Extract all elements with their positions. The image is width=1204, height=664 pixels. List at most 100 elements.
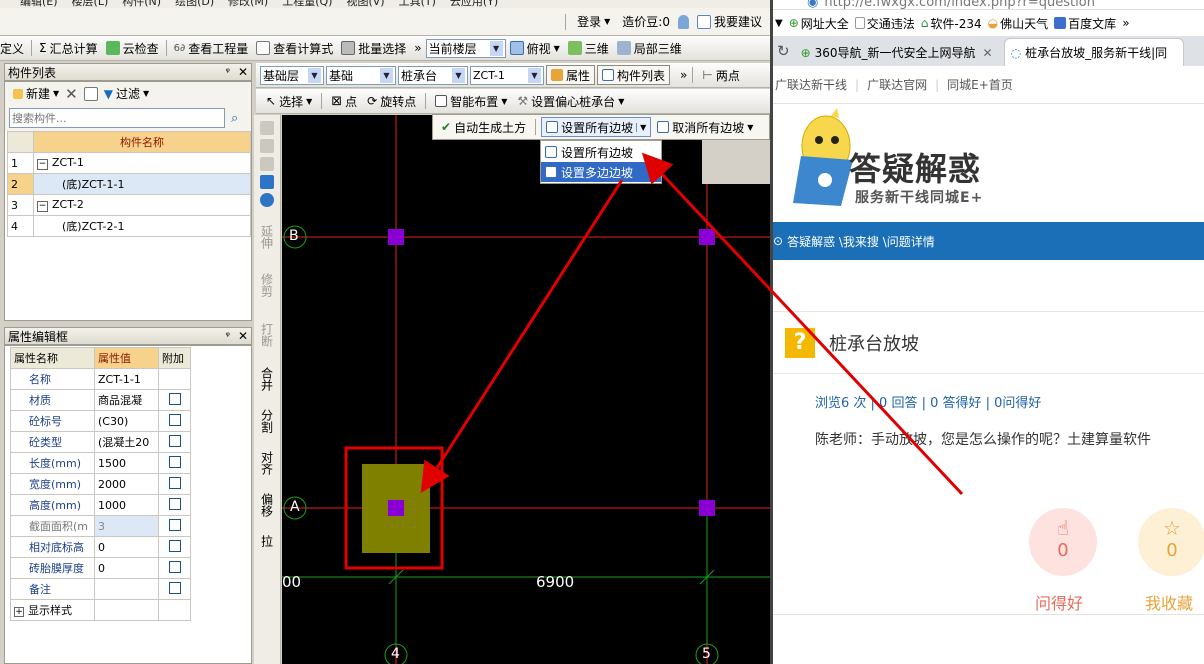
attach-checkbox[interactable] [168,392,181,405]
trim-tool[interactable]: 修剪 [259,273,276,297]
grid-point[interactable] [388,500,404,516]
table-row[interactable]: 3 − ZCT-2 [7,194,251,216]
bell-icon[interactable] [677,14,689,29]
property-value[interactable]: ZCT-1-1 [94,368,159,390]
property-row[interactable]: 砼类型 (混凝土20 [10,431,191,453]
rotate-icon[interactable] [260,193,274,207]
member-name-cell[interactable]: − ZCT-1 [33,152,251,174]
property-row[interactable]: 名称 ZCT-1-1 [10,368,191,390]
view-formula-button[interactable]: 查看计算式 [252,38,337,58]
brush-icon[interactable] [260,121,274,135]
url-text[interactable]: http://e.fwxgx.com/index.php?r=question [824,0,1095,10]
menu-item-set-all-slope[interactable]: 设置所有边坡 [541,142,661,162]
auto-earthwork-button[interactable]: ✔ 自动生成土方 [437,117,530,137]
plan-view-button[interactable]: 俯视 ▼ [506,38,564,58]
two-point-button[interactable]: ⊢ 两点 [698,65,743,85]
member-name-cell[interactable]: (底)ZCT-1-1 [33,173,251,195]
merge-tool[interactable]: 合并 [259,367,276,391]
filter-button[interactable]: ▼ 过滤 ▼ [100,84,153,104]
properties-button[interactable]: 属性 [546,65,596,85]
home-icon[interactable]: ⊙ [773,234,783,248]
property-value[interactable]: 2000 [94,473,159,495]
bookmark-item[interactable]: 交通违法 [854,15,915,32]
table-row[interactable]: 1 − ZCT-1 [7,152,251,174]
copy-icon[interactable] [83,86,98,101]
menu-item[interactable]: 楼层(L) [72,0,109,8]
property-row[interactable]: 备注 [10,578,191,600]
more-bookmarks-icon[interactable]: ▼ [775,18,783,29]
expand-icon[interactable]: + [14,607,24,617]
property-row[interactable]: + 显示样式 [10,599,191,621]
table-row[interactable]: 2 (底)ZCT-1-1 [7,173,251,195]
break-tool[interactable]: 打断 [259,323,276,347]
bookmark-item[interactable]: ⊕ 网址大全 [789,15,849,32]
partial-3d-button[interactable]: 局部三维 [613,38,686,58]
close-icon[interactable]: ✕ [238,65,248,79]
property-row[interactable]: 宽度(mm) 2000 [10,473,191,495]
select-button[interactable]: ↖ 选择 ▼ [262,91,316,111]
top-link[interactable]: 广联达新干线 [775,76,847,93]
suggest-button[interactable]: 我要建议 [693,12,766,32]
smart-layout-button[interactable]: 智能布置 ▼ [431,91,511,111]
member-id-combo[interactable]: ZCT-1 ▼ [470,65,544,85]
browser-tab-active[interactable]: ◌ 桩承台放坡_服务新干线|同 [1003,38,1184,66]
menu-item[interactable]: 绘图(D) [175,0,214,8]
close-icon[interactable]: ✕ [983,46,993,60]
mirror-icon[interactable] [260,157,274,171]
member-list-button[interactable]: 构件列表 [597,65,671,85]
grid-point[interactable] [388,229,404,245]
search-icon[interactable]: ⌕ [231,111,238,126]
layer-combo[interactable]: 基础层 ▼ [260,65,324,85]
pin-icon[interactable]: ᵠ [226,67,230,78]
three-d-button[interactable]: 三维 [564,38,613,58]
point-button[interactable]: ⊠ 点 [327,91,361,111]
align-tool[interactable]: 对齐 [259,451,276,475]
attach-checkbox[interactable] [168,581,181,594]
type-combo[interactable]: 基础 ▼ [326,65,396,85]
attach-checkbox[interactable] [168,413,181,426]
cloud-check-button[interactable]: 云检查 [102,38,163,58]
attach-checkbox[interactable] [168,539,181,552]
set-all-slope-button[interactable]: 设置所有边坡 ▼ [541,117,652,137]
property-row[interactable]: 砼标号 (C30) [10,410,191,432]
menu-item[interactable]: 云应用(Y) [450,0,498,8]
menu-item[interactable]: 构件(N) [122,0,161,8]
property-row[interactable]: 砖胎膜厚度 0 [10,557,191,579]
attach-checkbox[interactable] [168,476,181,489]
login-button[interactable]: 登录 ▼ [573,12,614,32]
menu-item[interactable]: 工程量(Q) [282,0,332,8]
property-value[interactable]: (C30) [94,410,159,432]
property-value[interactable]: 商品混凝 [94,389,159,411]
overflow-button[interactable]: » [1122,16,1129,30]
rotate-point-button[interactable]: ⟳ 旋转点 [363,91,420,111]
menu-item-set-multi-slope[interactable]: 设置多边边坡 [541,162,661,182]
property-row[interactable]: 长度(mm) 1500 [10,452,191,474]
member-type-combo[interactable]: 桩承台 ▼ [398,65,468,85]
favorite-button[interactable]: ☆ 0 [1138,508,1204,576]
new-member-button[interactable]: 新建 ▼ [9,84,63,104]
menu-item[interactable]: 工具(T) [399,0,436,8]
batch-select-button[interactable]: 批量选择 [337,38,410,58]
property-value[interactable]: (混凝土20 [94,431,159,453]
member-name-cell[interactable]: − ZCT-2 [33,194,251,216]
define-button[interactable]: 定义 [0,38,28,58]
breadcrumb-text[interactable]: 答疑解惑 \我来搜 \问题详情 [787,233,935,250]
overflow-button[interactable]: » [680,68,687,82]
menu-item[interactable]: 修改(M) [228,0,268,8]
pin-icon[interactable]: ᵠ [226,331,230,342]
sum-calc-button[interactable]: Σ 汇总计算 [35,38,102,58]
attach-checkbox[interactable] [168,434,181,447]
property-value[interactable]: 1500 [94,452,159,474]
stretch-tool[interactable]: 拉 [259,535,276,547]
table-row[interactable]: 4 (底)ZCT-2-1 [7,215,251,237]
chevron-down-icon[interactable]: ▼ [636,122,646,132]
attach-checkbox[interactable] [168,560,181,573]
delete-icon[interactable]: ✕ [65,85,78,103]
collapse-icon[interactable]: − [37,159,48,170]
menu-item[interactable]: 编辑(E) [20,0,58,8]
grid-point[interactable] [699,229,715,245]
browser-tab[interactable]: ⊕ 360导航_新一代安全上网导航 ✕ [793,38,1000,66]
property-value[interactable] [94,578,159,600]
property-value[interactable]: 0 [94,557,159,579]
bookmark-item[interactable]: ⌂ 软件-234 [921,15,982,32]
